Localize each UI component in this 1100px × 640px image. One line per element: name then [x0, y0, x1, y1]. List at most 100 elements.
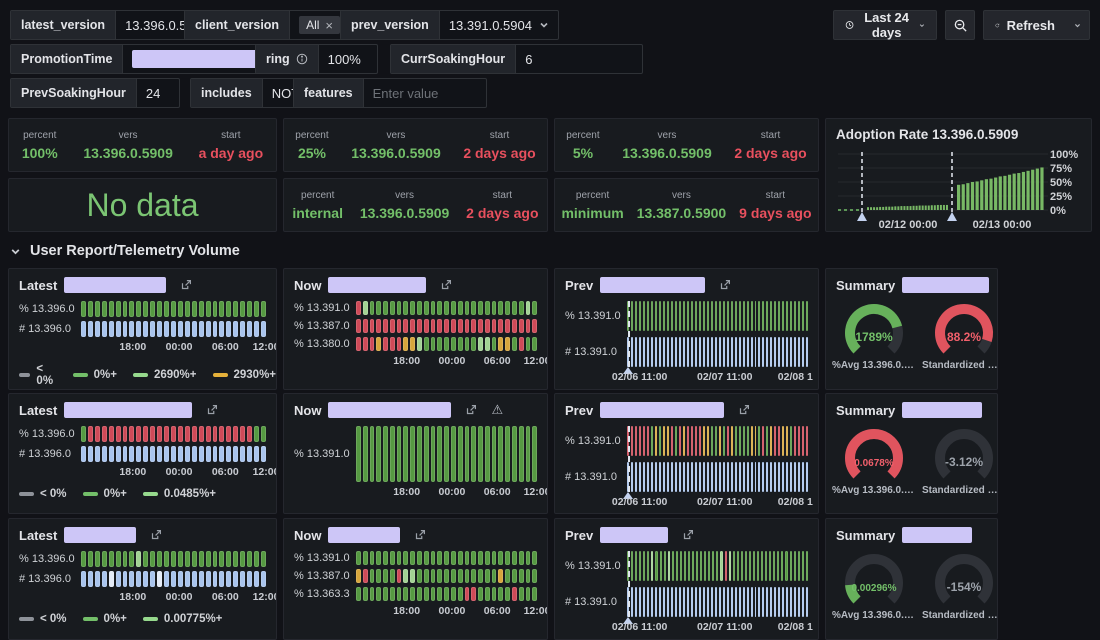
timeline-segment	[519, 551, 524, 565]
legend-item[interactable]: 0%+	[83, 488, 127, 500]
legend-item[interactable]: < 0%	[19, 488, 67, 500]
timeline-segment	[199, 446, 204, 462]
legend-item[interactable]: < 0%	[19, 363, 57, 387]
timeline-segment	[485, 319, 490, 333]
timeline-segment	[157, 571, 162, 587]
timeline-segment	[798, 587, 800, 617]
filter-value[interactable]: 24	[137, 79, 169, 107]
lane-segments	[627, 337, 808, 367]
timeline-segment	[782, 301, 784, 331]
timeline-segment	[739, 462, 741, 492]
section-user-report-telemetry[interactable]: User Report/Telemetry Volume	[10, 243, 240, 259]
lane-segments	[627, 587, 808, 617]
legend-item[interactable]: 2930%+	[213, 369, 277, 381]
filter-ring[interactable]: ring 100%	[255, 44, 378, 74]
gauge-label: %Avg 13.396.0.5...	[832, 485, 916, 496]
time-range-button[interactable]: Last 24 days	[833, 10, 937, 40]
timeline-segment	[458, 426, 463, 482]
external-link-icon[interactable]	[149, 528, 163, 542]
legend-item[interactable]: 0%+	[73, 369, 117, 381]
timeline-segment	[519, 426, 524, 482]
legend-label: 0%+	[94, 369, 117, 381]
timeline-segment	[157, 446, 162, 462]
timeline-segment	[150, 426, 155, 442]
timeline-segment	[431, 569, 436, 583]
timeline-segment	[786, 426, 788, 456]
svg-text:-3.12%: -3.12%	[945, 455, 983, 469]
close-icon[interactable]: ×	[325, 19, 333, 32]
filter-value[interactable]: 100%	[319, 45, 370, 73]
stat-value: 13.396.0.5909	[622, 145, 712, 161]
timeline-segment	[802, 337, 804, 367]
timeline-segment	[383, 319, 388, 333]
telemetry-panel-prev-1: Prev% 13.391.0# 13.391.002/06 11:0002/07…	[554, 268, 819, 390]
timeline-segment	[102, 426, 107, 442]
external-link-icon[interactable]	[439, 278, 453, 292]
external-link-icon[interactable]	[681, 528, 695, 542]
panel-title-bar: Latest	[9, 394, 276, 422]
timeline-segment	[410, 569, 415, 583]
external-link-icon[interactable]	[718, 278, 732, 292]
timeline-segment	[739, 337, 741, 367]
external-link-icon[interactable]	[737, 403, 751, 417]
timeline-segment	[478, 337, 483, 351]
stat-cell: vers13.396.0.5909	[351, 130, 441, 161]
refresh-interval-button[interactable]	[1066, 10, 1090, 40]
timeline-segment	[492, 337, 497, 351]
axis-tick: 02/06 11:00	[612, 496, 667, 508]
timeline-segment	[437, 319, 442, 333]
gauge-label: Standardized Wo...	[922, 485, 998, 496]
timeline-segment	[403, 587, 408, 601]
features-input[interactable]: Enter value	[364, 79, 448, 107]
timeline-segment	[786, 301, 788, 331]
timeline-segment	[719, 426, 721, 456]
timeline-segment	[492, 587, 497, 601]
timeline-segment	[471, 337, 476, 351]
external-link-icon[interactable]	[179, 278, 193, 292]
timeline-segment	[356, 569, 361, 583]
timeline-segment	[478, 319, 483, 333]
filter-value-dropdown[interactable]: 13.391.0.5904	[440, 11, 558, 39]
refresh-button[interactable]: Refresh	[983, 10, 1067, 40]
svg-text:88.2%: 88.2%	[947, 330, 981, 344]
timeline-segment	[247, 426, 252, 442]
timeline-segment	[723, 337, 725, 367]
timeline-segment	[782, 337, 784, 367]
timeline-segment	[687, 426, 689, 456]
filter-value[interactable]: 6	[516, 45, 541, 73]
timeline-segment	[226, 426, 231, 442]
timeline-segment	[711, 462, 713, 492]
filter-prev-version[interactable]: prev_version 13.391.0.5904	[340, 10, 559, 40]
lane-segments	[81, 571, 266, 587]
legend-swatch	[143, 492, 158, 496]
legend-item[interactable]: < 0%	[19, 613, 67, 625]
timeline-segment	[679, 337, 681, 367]
timeline-segment	[747, 301, 749, 331]
legend-item[interactable]: 0.0485%+	[143, 488, 216, 500]
timeline-segment	[424, 426, 429, 482]
panel-title: Now	[294, 403, 321, 418]
state-timeline: % 13.391.0# 13.391.0	[555, 422, 818, 492]
external-link-icon[interactable]	[464, 403, 478, 417]
filter-features[interactable]: features Enter value	[293, 78, 487, 108]
legend-item[interactable]: 0.00775%+	[143, 613, 223, 625]
stat-value: 13.396.0.5909	[83, 145, 173, 161]
axis-tick: 06:00	[212, 341, 239, 353]
legend-swatch	[73, 373, 88, 377]
timeline-segment	[178, 571, 183, 587]
lane-segments	[356, 426, 537, 482]
timeline-segment	[712, 551, 714, 581]
timeline-segment	[691, 426, 693, 456]
external-link-icon[interactable]	[413, 528, 427, 542]
legend-item[interactable]: 2690%+	[133, 369, 197, 381]
timeline-segment	[703, 587, 705, 617]
filter-tag-all[interactable]: All×	[299, 16, 340, 34]
legend-item[interactable]: 0%+	[83, 613, 127, 625]
external-link-icon[interactable]	[205, 403, 219, 417]
filter-prev-soaking-hour[interactable]: PrevSoakingHour 24	[10, 78, 180, 108]
timeline-lane: % 13.380.0	[294, 337, 537, 351]
timeline-segment	[655, 301, 657, 331]
warning-icon[interactable]: ⚠	[491, 403, 503, 418]
zoom-out-button[interactable]	[945, 10, 975, 40]
filter-curr-soaking-hour[interactable]: CurrSoakingHour 6	[390, 44, 643, 74]
